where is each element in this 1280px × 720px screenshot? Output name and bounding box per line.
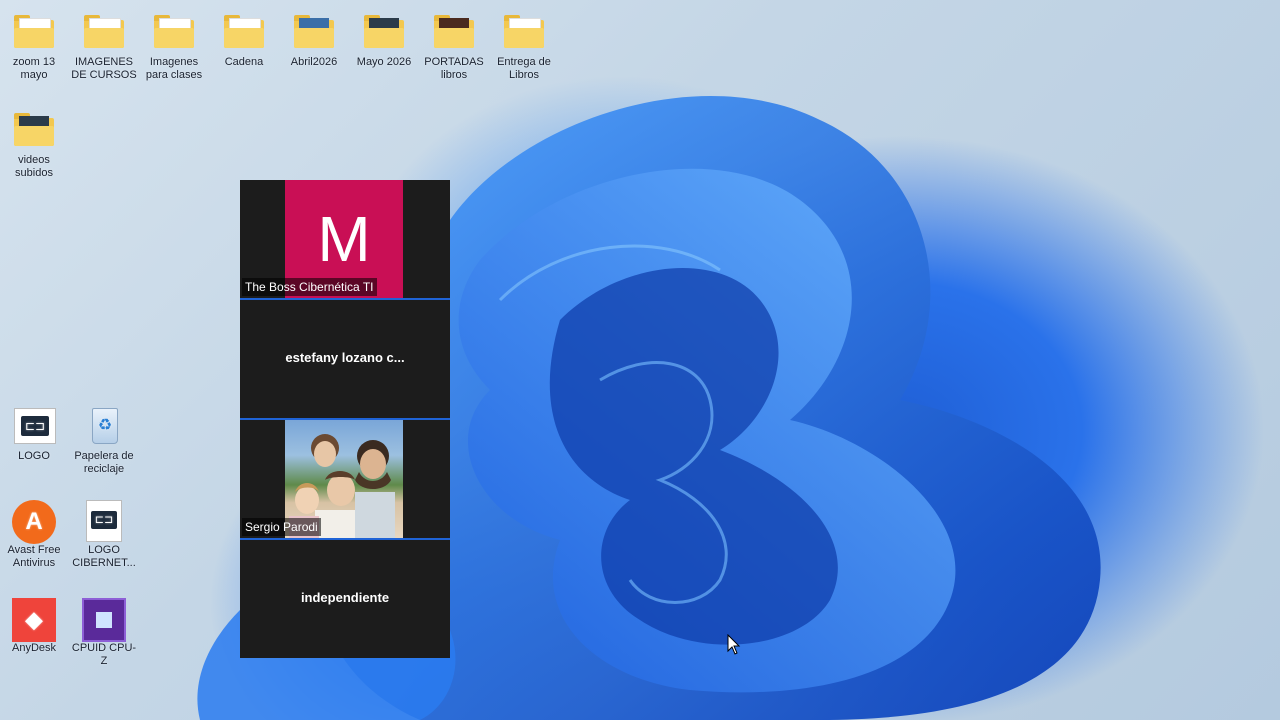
participant-tile[interactable]: M The Boss Cibernética TI	[240, 180, 450, 300]
participant-tile[interactable]: Sergio Parodi	[240, 420, 450, 540]
icon-label: Avast Free Antivirus	[7, 544, 61, 569]
folder-icon	[502, 12, 546, 52]
desktop-icon-papelera[interactable]: ♻ Papelera de reciclaje	[71, 406, 137, 476]
icon-label: Entrega de Libros	[497, 56, 551, 81]
folder-icon	[222, 12, 266, 52]
desktop-icon-imagenes-de-cursos[interactable]: IMAGENES DE CURSOS	[71, 12, 137, 82]
desktop-icon-logo[interactable]: ⊏⊐ LOGO	[1, 406, 67, 463]
desktop-icon-anydesk[interactable]: ◆ AnyDesk	[1, 598, 67, 655]
desktop-icon-mayo-2026[interactable]: Mayo 2026	[351, 12, 417, 69]
participant-tile[interactable]: estefany lozano c...	[240, 300, 450, 420]
logo-icon: ⊏⊐	[82, 500, 126, 542]
desktop-icon-zoom-13-mayo[interactable]: zoom 13 mayo	[1, 12, 67, 82]
folder-icon	[362, 12, 406, 52]
icon-label: videos subidos	[15, 154, 53, 179]
folder-icon	[432, 12, 476, 52]
mouse-cursor-icon	[727, 634, 741, 655]
icon-label: Cadena	[224, 56, 264, 68]
icon-label: PORTADAS libros	[424, 56, 484, 81]
desktop-icon-cpuz[interactable]: CPUID CPU-Z	[71, 598, 137, 668]
icon-label: Imagenes para clases	[145, 56, 203, 81]
icon-label: LOGO	[18, 450, 50, 462]
folder-icon	[82, 12, 126, 52]
folder-icon	[12, 110, 56, 150]
icon-label: LOGO CIBERNET...	[72, 544, 136, 569]
desktop-icon-abril2026[interactable]: Abril2026	[281, 12, 347, 69]
icon-label: AnyDesk	[11, 642, 57, 654]
icon-label: zoom 13 mayo	[12, 56, 56, 81]
participant-name: Sergio Parodi	[242, 518, 321, 536]
folder-icon	[12, 12, 56, 52]
wallpaper-bloom	[197, 96, 1101, 720]
desktop-icon-imagenes-para-clases[interactable]: Imagenes para clases	[141, 12, 207, 82]
icon-label: Papelera de reciclaje	[74, 450, 134, 475]
zoom-participants-panel: M The Boss Cibernética TI estefany lozan…	[240, 180, 450, 658]
icon-label: CPUID CPU-Z	[71, 642, 137, 667]
recycle-bin-icon: ♻	[82, 406, 126, 446]
icon-label: Abril2026	[290, 56, 338, 68]
icon-label: IMAGENES DE CURSOS	[71, 56, 137, 81]
desktop-icon-logo-cibernet[interactable]: ⊏⊐ LOGO CIBERNET...	[71, 500, 137, 570]
logo-icon: ⊏⊐	[12, 406, 56, 446]
icon-label: Mayo 2026	[356, 56, 412, 68]
desktop-icon-entrega-de-libros[interactable]: Entrega de Libros	[491, 12, 557, 82]
desktop-icon-portadas-libros[interactable]: PORTADAS libros	[421, 12, 487, 82]
desktop-icon-videos-subidos[interactable]: videos subidos	[1, 110, 67, 180]
desktop-icon-cadena[interactable]: Cadena	[211, 12, 277, 69]
desktop-icon-avast[interactable]: A Avast Free Antivirus	[1, 500, 67, 570]
folder-icon	[292, 12, 336, 52]
cpuz-icon	[82, 598, 126, 642]
anydesk-icon: ◆	[12, 598, 56, 642]
avast-icon: A	[12, 500, 56, 544]
participant-tile[interactable]: independiente	[240, 540, 450, 658]
participant-name: estefany lozano c...	[285, 350, 405, 365]
participant-name: independiente	[300, 590, 390, 605]
folder-icon	[152, 12, 196, 52]
participant-name: The Boss Cibernética TI	[242, 278, 377, 296]
